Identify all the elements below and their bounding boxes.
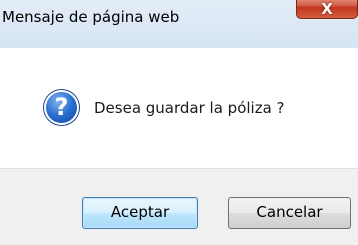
dialog-button-bar: Aceptar Cancelar bbox=[0, 168, 358, 245]
dialog-message: Desea guardar la póliza ? bbox=[94, 99, 285, 117]
cancel-button[interactable]: Cancelar bbox=[228, 197, 351, 229]
accept-button[interactable]: Aceptar bbox=[82, 197, 198, 229]
close-icon: X bbox=[321, 0, 333, 18]
dialog-title: Mensaje de página web bbox=[2, 8, 180, 26]
question-icon: ? bbox=[44, 90, 79, 125]
dialog-titlebar: Mensaje de página web X bbox=[0, 0, 358, 48]
question-mark-glyph: ? bbox=[54, 93, 69, 121]
dialog-content: ? Desea guardar la póliza ? bbox=[0, 48, 358, 168]
close-button[interactable]: X bbox=[296, 0, 358, 19]
